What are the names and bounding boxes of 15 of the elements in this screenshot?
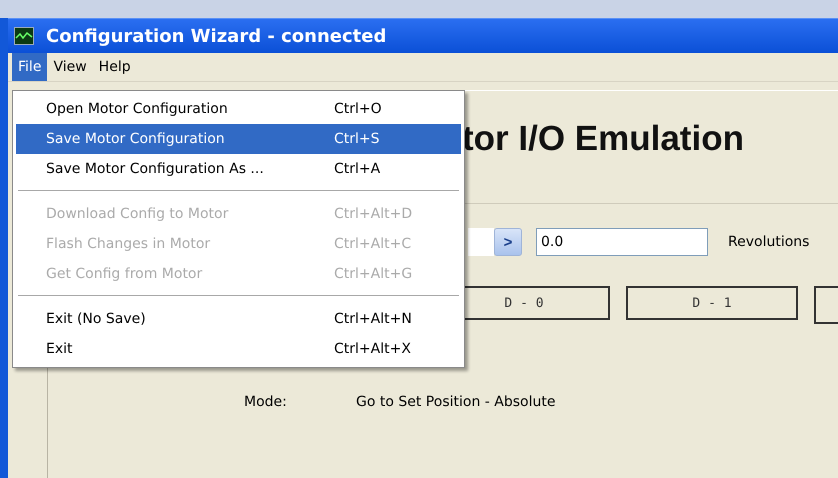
menu-entry[interactable]: Exit Ctrl+Alt+X [16, 334, 461, 364]
menu-item[interactable]: File [12, 53, 48, 81]
menu-entry[interactable]: Save Motor Configuration Ctrl+S [16, 124, 461, 154]
mode-label: Mode: [244, 394, 288, 410]
window-title: Configuration Wizard - connected [46, 26, 386, 46]
page-heading: tor I/O Emulation [462, 119, 745, 159]
menu-entry[interactable]: Open Motor Configuration Ctrl+O [16, 94, 461, 124]
mode-value: Go to Set Position - Absolute [356, 394, 556, 410]
menu-entry[interactable]: Save Motor Configuration As ... Ctrl+A [16, 154, 461, 184]
step-button[interactable]: > [494, 228, 522, 256]
digital-output-button[interactable]: D - 1 [626, 286, 798, 320]
position-field[interactable]: 0.0 [536, 228, 708, 256]
unit-label: Revolutions [728, 234, 810, 250]
menu-item[interactable]: Help [92, 53, 137, 81]
menu-item[interactable]: View [47, 53, 93, 81]
